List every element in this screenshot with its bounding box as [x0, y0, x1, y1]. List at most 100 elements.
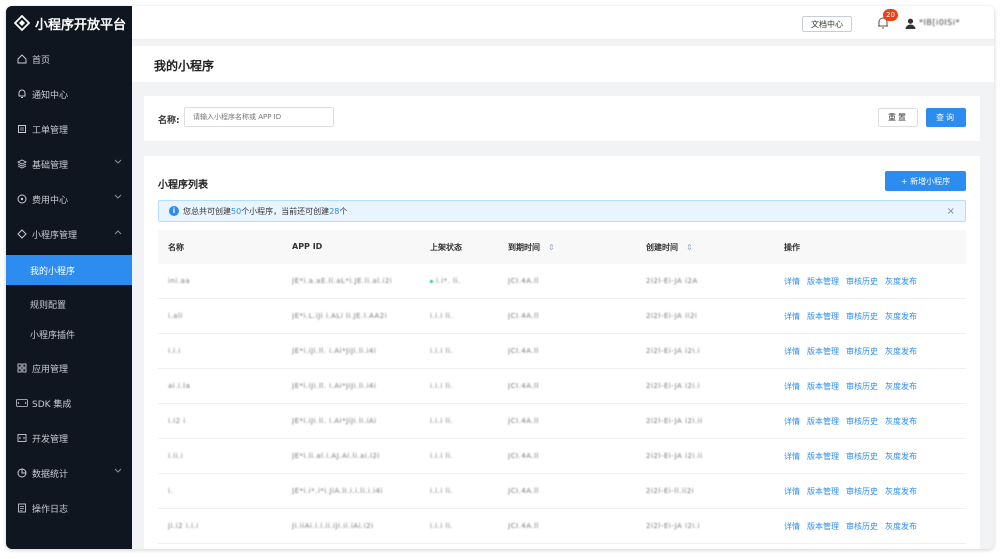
sidebar-item-notifications[interactable]: 通知中心 [6, 79, 132, 109]
sidebar-item-label: 开发管理 [32, 434, 69, 445]
gray-release-link[interactable]: 灰度发布 [885, 347, 917, 356]
cell-name: i. [168, 487, 173, 495]
cell-appid-text: JE*i.L.iJi i.ALi li.JE.l.AA2i [292, 312, 388, 320]
cell-created: 2i2l-Ei-ll.ii2i [646, 487, 694, 495]
column-header-actions: 操作 [784, 243, 800, 252]
gray-release-link[interactable]: 灰度发布 [885, 277, 917, 286]
sidebar-item-billing[interactable]: 费用中心 [6, 184, 132, 214]
reset-button[interactable]: 重置 [878, 108, 918, 127]
detail-link[interactable]: 详情 [784, 347, 800, 356]
chevron-up-icon [114, 230, 122, 235]
audit-history-link[interactable]: 审核历史 [846, 382, 878, 391]
detail-link[interactable]: 详情 [784, 417, 800, 426]
query-button[interactable]: 查询 [926, 108, 966, 127]
cell-created-text: 2i2l-Ei-JA i2i.i [646, 382, 701, 390]
gray-release-link[interactable]: 灰度发布 [885, 452, 917, 461]
cell-expire-text: JCI.4A.ll [508, 277, 539, 285]
sidebar-item-stats[interactable]: 数据统计 [6, 458, 132, 488]
column-header-created[interactable]: 创建时间 ⇕ [646, 242, 693, 253]
detail-link[interactable]: 详情 [784, 522, 800, 531]
user-avatar-icon[interactable] [905, 18, 916, 29]
audit-history-link[interactable]: 审核历史 [846, 452, 878, 461]
gray-release-link[interactable]: 灰度发布 [885, 522, 917, 531]
alert-text-middle: 个小程序，当前还可创建 [241, 206, 330, 216]
sort-icon[interactable]: ⇕ [686, 243, 693, 252]
cell-created-text: 2i2l-Ei-ll.ii2i [646, 487, 695, 495]
audit-history-link[interactable]: 审核历史 [846, 347, 878, 356]
version-manage-link[interactable]: 版本管理 [807, 382, 839, 391]
doc-center-button[interactable]: 文档中心 [802, 16, 852, 32]
diamond-icon [16, 228, 28, 240]
cell-appid-text: JE*i.iJi.ll. i.Ai*JiJi.li.i4i [292, 382, 377, 390]
detail-link[interactable]: 详情 [784, 312, 800, 321]
sidebar-item-miniprogram[interactable]: 小程序管理 [6, 219, 132, 249]
detail-link[interactable]: 详情 [784, 277, 800, 286]
detail-link[interactable]: 详情 [784, 487, 800, 496]
column-header-expire[interactable]: 到期时间 ⇕ [508, 242, 555, 253]
detail-link[interactable]: 详情 [784, 382, 800, 391]
gray-release-link[interactable]: 灰度发布 [885, 487, 917, 496]
cell-status: i.i.i li. [430, 487, 453, 495]
sidebar-item-rules[interactable]: 规则配置 [6, 289, 132, 319]
search-input[interactable] [184, 107, 334, 127]
version-manage-link[interactable]: 版本管理 [807, 452, 839, 461]
cell-created: 2i2l-Ei-JA i2A [646, 277, 698, 285]
version-manage-link[interactable]: 版本管理 [807, 417, 839, 426]
add-miniprogram-button[interactable]: + 新增小程序 [885, 171, 966, 191]
sidebar-item-basic[interactable]: 基础管理 [6, 149, 132, 179]
cell-status-text: i.i.i li. [430, 487, 454, 495]
version-manage-link[interactable]: 版本管理 [807, 487, 839, 496]
sidebar-item-home[interactable]: 首页 [6, 44, 132, 74]
audit-history-link[interactable]: 审核历史 [846, 312, 878, 321]
cell-appid: JE*i.li.al.i.AJ.Ai.li.ai.i2i [292, 452, 380, 460]
sidebar-item-apps[interactable]: 应用管理 [6, 353, 132, 383]
version-manage-link[interactable]: 版本管理 [807, 347, 839, 356]
sidebar-item-sdk[interactable]: SDK 集成 [6, 388, 132, 418]
sidebar-item-logs[interactable]: 操作日志 [6, 493, 132, 523]
sidebar-item-tickets[interactable]: 工单管理 [6, 114, 132, 144]
cell-status: i.i.i li. [430, 347, 453, 355]
cell-expire-text: JCI.4A.ll [508, 487, 539, 495]
column-header-status: 上架状态 [430, 243, 462, 252]
audit-history-link[interactable]: 审核历史 [846, 522, 878, 531]
cell-expire: JCI.4A.ll [508, 417, 539, 425]
version-manage-link[interactable]: 版本管理 [807, 522, 839, 531]
cell-created-text: 2i2l-Ei-JA i2i.i [646, 347, 701, 355]
cell-appid: JE*i.a.aE.li.aL*i.JE.li.al.i2i [292, 277, 392, 285]
brand[interactable]: 小程序开放平台 [6, 6, 132, 40]
audit-history-link[interactable]: 审核历史 [846, 417, 878, 426]
audit-history-link[interactable]: 审核历史 [846, 487, 878, 496]
sidebar-item-plugins[interactable]: 小程序插件 [6, 319, 132, 349]
version-manage-link[interactable]: 版本管理 [807, 277, 839, 286]
gray-release-link[interactable]: 灰度发布 [885, 382, 917, 391]
sort-icon[interactable]: ⇕ [548, 243, 555, 252]
status-dot-icon [430, 279, 433, 283]
cell-appid-text: JE*i.i*.i*i.JiA.li.i.i.li.i.i4i [292, 487, 383, 495]
column-header-label: 到期时间 [508, 243, 540, 252]
info-icon: i [169, 206, 179, 216]
cell-expire-text: JCI.4A.ll [508, 452, 539, 460]
table-row: i.i.i JE*i.iJi.ll. i.Ai*JiJi.li.i4i i.i.i … [158, 334, 966, 369]
user-name[interactable]: *IB[i0ISi* [919, 18, 960, 27]
sidebar-item-label: 规则配置 [30, 300, 67, 311]
sidebar-item-my-miniprogram[interactable]: 我的小程序 [6, 255, 132, 285]
sidebar: 小程序开放平台 首页 通知中心 工单管理 基础管理 费用中心 小程序管理 我的小… [6, 6, 132, 549]
search-panel: 名称: 重置 查询 [144, 96, 980, 141]
audit-history-link[interactable]: 审核历史 [846, 277, 878, 286]
cell-name: i.i2 i [168, 417, 186, 425]
cell-status-text: i.i.i li. [430, 522, 454, 530]
table-row: Ji.i2 i.i.i Ji.iiAi.i.i.ii.iJi.ii.iAi.i2i… [158, 509, 966, 544]
miniprogram-list-panel: 小程序列表 + 新增小程序 i 您总共可创建 50 个小程序，当前还可创建 28… [144, 156, 980, 549]
gray-release-link[interactable]: 灰度发布 [885, 312, 917, 321]
alert-text-suffix: 个 [339, 206, 348, 216]
close-icon[interactable]: × [947, 206, 955, 217]
app-title: 小程序开放平台 [35, 17, 127, 33]
cell-expire: JCI.4A.ll [508, 277, 539, 285]
sidebar-item-dev[interactable]: 开发管理 [6, 423, 132, 453]
gray-release-link[interactable]: 灰度发布 [885, 417, 917, 426]
table-header: 名称 APP ID 上架状态 到期时间 ⇕ 创建时间 ⇕ 操作 [158, 230, 966, 264]
detail-link[interactable]: 详情 [784, 452, 800, 461]
cell-appid: JE*i.iJi.ll. i.Ai*JiJi.li.i4i [292, 347, 376, 355]
version-manage-link[interactable]: 版本管理 [807, 312, 839, 321]
cell-appid-text: JE*i.iJi.li. i.Ai*JiJi.li.iAi [292, 417, 377, 425]
